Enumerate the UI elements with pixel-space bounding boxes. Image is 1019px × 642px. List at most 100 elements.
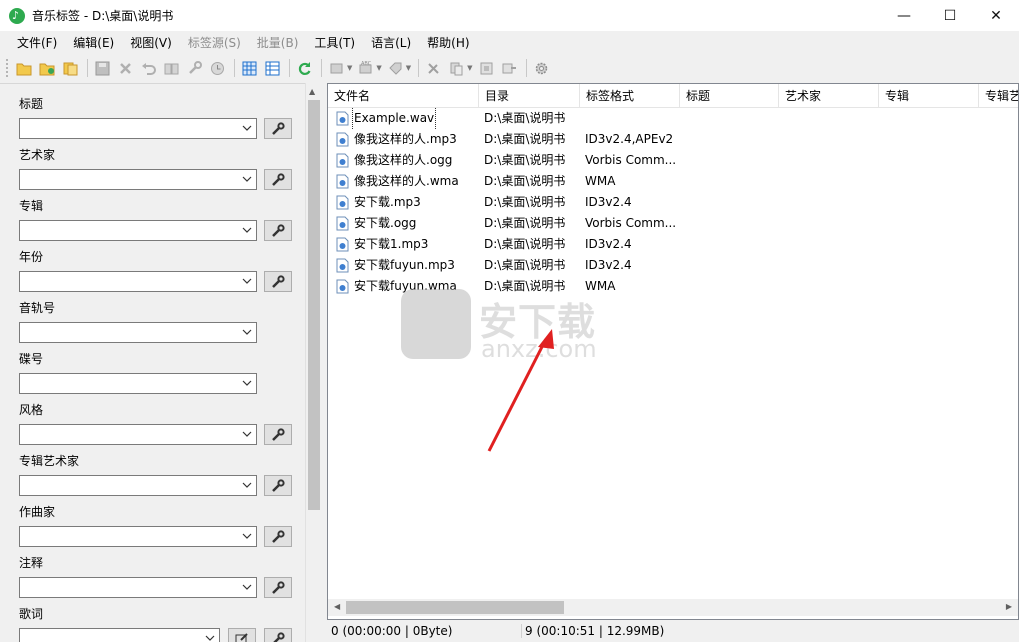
wrench-icon (272, 274, 285, 288)
toolbar-grip[interactable] (6, 59, 10, 77)
copy-icon[interactable] (446, 58, 467, 79)
left-panel-scrollbar[interactable]: ▲ (305, 83, 322, 642)
album-tool-button[interactable] (264, 220, 292, 241)
chevron-down-icon[interactable] (242, 173, 252, 185)
history-icon[interactable] (207, 58, 228, 79)
table-row[interactable]: 安下载.ogg D:\桌面\说明书 Vorbis Comm... (328, 213, 1018, 234)
chevron-down-icon[interactable]: ▼ (406, 64, 411, 72)
scroll-left-icon[interactable]: ◀ (334, 602, 340, 611)
tag-icon[interactable] (385, 58, 406, 79)
table-row[interactable]: Example.wav D:\桌面\说明书 (328, 108, 1018, 129)
column-title[interactable]: 标题 (680, 84, 779, 108)
delete-icon[interactable] (115, 58, 136, 79)
add-folder-icon[interactable] (37, 58, 58, 79)
chevron-down-icon[interactable]: ▼ (467, 64, 472, 72)
menu-view[interactable]: 视图(V) (122, 31, 180, 55)
chevron-down-icon[interactable] (242, 377, 252, 389)
tools-icon[interactable] (423, 58, 444, 79)
title-combo[interactable] (19, 118, 257, 139)
toolbar: ▼ ABC ▼ ▼ ▼ (0, 55, 1019, 81)
column-filename[interactable]: 文件名 (328, 84, 479, 108)
file-list-h-scrollbar[interactable]: ◀ ▶ (328, 599, 1018, 616)
table-row[interactable]: 安下载.mp3 D:\桌面\说明书 ID3v2.4 (328, 192, 1018, 213)
scroll-right-icon[interactable]: ▶ (1006, 602, 1012, 611)
genre-tool-button[interactable] (264, 424, 292, 445)
lyrics-tool-button[interactable] (264, 628, 292, 642)
menu-help[interactable]: 帮助(H) (419, 31, 477, 55)
chevron-down-icon[interactable] (242, 326, 252, 338)
lyrics-combo[interactable] (19, 628, 220, 642)
gear-icon[interactable] (531, 58, 552, 79)
table-row[interactable]: 安下载1.mp3 D:\桌面\说明书 ID3v2.4 (328, 234, 1018, 255)
composer-combo[interactable] (19, 526, 257, 547)
tag-from-file-icon[interactable] (326, 58, 347, 79)
column-album-artist[interactable]: 专辑艺 (979, 84, 1018, 108)
table-view-icon[interactable] (262, 58, 283, 79)
year-tool-button[interactable] (264, 271, 292, 292)
scrollbar-thumb[interactable] (346, 601, 564, 614)
field-artist: 艺术家 (19, 147, 292, 190)
genre-combo[interactable] (19, 424, 257, 445)
undo-icon[interactable] (138, 58, 159, 79)
close-button[interactable]: ✕ (973, 0, 1019, 31)
file-directory: D:\桌面\说明书 (484, 132, 566, 146)
table-row[interactable]: 安下载fuyun.mp3 D:\桌面\说明书 ID3v2.4 (328, 255, 1018, 276)
scroll-up-icon[interactable]: ▲ (309, 87, 315, 96)
wrench-icon[interactable] (184, 58, 205, 79)
chevron-down-icon[interactable] (242, 428, 252, 440)
abc-icon[interactable]: ABC (355, 58, 376, 79)
file-name: 安下载fuyun.mp3 (354, 258, 455, 272)
menu-language[interactable]: 语言(L) (363, 31, 419, 55)
menu-tag-source[interactable]: 标签源(S) (180, 31, 249, 55)
save-icon[interactable] (92, 58, 113, 79)
chevron-down-icon[interactable] (242, 122, 252, 134)
chevron-down-icon[interactable]: ▼ (347, 64, 352, 72)
lyrics-edit-button[interactable] (228, 628, 256, 642)
chevron-down-icon[interactable]: ▼ (376, 64, 381, 72)
menu-tools[interactable]: 工具(T) (306, 31, 363, 55)
table-row[interactable]: 安下载fuyun.wma D:\桌面\说明书 WMA (328, 276, 1018, 297)
menu-edit[interactable]: 编辑(E) (65, 31, 122, 55)
track-combo[interactable] (19, 322, 257, 343)
artist-tool-button[interactable] (264, 169, 292, 190)
table-row[interactable]: 像我这样的人.ogg D:\桌面\说明书 Vorbis Comm... (328, 150, 1018, 171)
chevron-down-icon[interactable] (242, 479, 252, 491)
disc-combo[interactable] (19, 373, 257, 394)
album-combo[interactable] (19, 220, 257, 241)
chevron-down-icon[interactable] (242, 224, 252, 236)
chevron-down-icon[interactable] (242, 275, 252, 287)
album-artist-combo[interactable] (19, 475, 257, 496)
column-tag-format[interactable]: 标签格式 (580, 84, 680, 108)
table-row[interactable]: 像我这样的人.wma D:\桌面\说明书 WMA (328, 171, 1018, 192)
table-row[interactable]: 像我这样的人.mp3 D:\桌面\说明书 ID3v2.4,APEv2 (328, 129, 1018, 150)
maximize-button[interactable]: ☐ (927, 0, 973, 31)
convert-icon[interactable] (499, 58, 520, 79)
column-album[interactable]: 专辑 (879, 84, 979, 108)
grid-view-icon[interactable] (239, 58, 260, 79)
column-directory[interactable]: 目录 (479, 84, 580, 108)
composer-tool-button[interactable] (264, 526, 292, 547)
refresh-icon[interactable] (294, 58, 315, 79)
menu-batch[interactable]: 批量(B) (249, 31, 307, 55)
wrench-icon (272, 580, 285, 594)
year-combo[interactable] (19, 271, 257, 292)
export-icon[interactable] (476, 58, 497, 79)
scrollbar-thumb[interactable] (308, 100, 320, 510)
chevron-down-icon[interactable] (242, 581, 252, 593)
add-files-icon[interactable] (60, 58, 81, 79)
title-tool-button[interactable] (264, 118, 292, 139)
open-folder-icon[interactable] (14, 58, 35, 79)
file-tag-format: WMA (585, 279, 616, 293)
status-total: 9 (00:10:51 | 12.99MB) (521, 624, 664, 638)
comment-tool-button[interactable] (264, 577, 292, 598)
album-artist-tool-button[interactable] (264, 475, 292, 496)
artist-combo[interactable] (19, 169, 257, 190)
field-label: 作曲家 (19, 505, 56, 519)
comment-combo[interactable] (19, 577, 257, 598)
minimize-button[interactable]: — (881, 0, 927, 31)
chevron-down-icon[interactable] (242, 530, 252, 542)
column-artist[interactable]: 艺术家 (779, 84, 879, 108)
chevron-down-icon[interactable] (205, 632, 215, 642)
menu-file[interactable]: 文件(F) (9, 31, 65, 55)
book-icon[interactable] (161, 58, 182, 79)
